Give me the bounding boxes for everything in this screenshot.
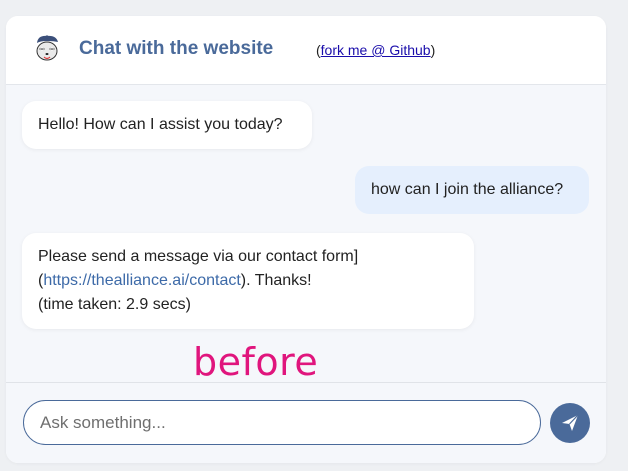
message-line: (https://thealliance.ai/contact). Thanks… <box>38 269 458 293</box>
chat-input-bar <box>6 382 606 463</box>
raccoon-mascot-icon <box>32 33 62 63</box>
user-message: how can I join the alliance? <box>355 166 589 214</box>
fork-note: (fork me @ Github) <box>316 42 435 58</box>
assistant-message: Please send a message via our contact fo… <box>22 233 474 329</box>
message-line: Please send a message via our contact fo… <box>38 248 359 265</box>
send-button[interactable] <box>550 403 590 443</box>
assistant-message: Hello! How can I assist you today? <box>22 101 312 149</box>
chat-input[interactable] <box>23 400 541 445</box>
github-fork-link[interactable]: fork me @ Github <box>321 42 431 58</box>
chat-header: Chat with the website (fork me @ Github) <box>6 16 606 85</box>
before-annotation: before <box>193 340 319 384</box>
message-list: Hello! How can I assist you today? how c… <box>6 85 606 382</box>
chat-widget: Chat with the website (fork me @ Github)… <box>6 16 606 463</box>
paper-plane-icon <box>562 414 579 431</box>
chat-title: Chat with the website <box>79 38 274 59</box>
link-suffix: ). Thanks! <box>240 272 312 289</box>
time-taken: (time taken: 2.9 secs) <box>38 296 191 313</box>
contact-link[interactable]: https://thealliance.ai/contact <box>43 272 240 289</box>
fork-suffix: ) <box>430 42 436 58</box>
